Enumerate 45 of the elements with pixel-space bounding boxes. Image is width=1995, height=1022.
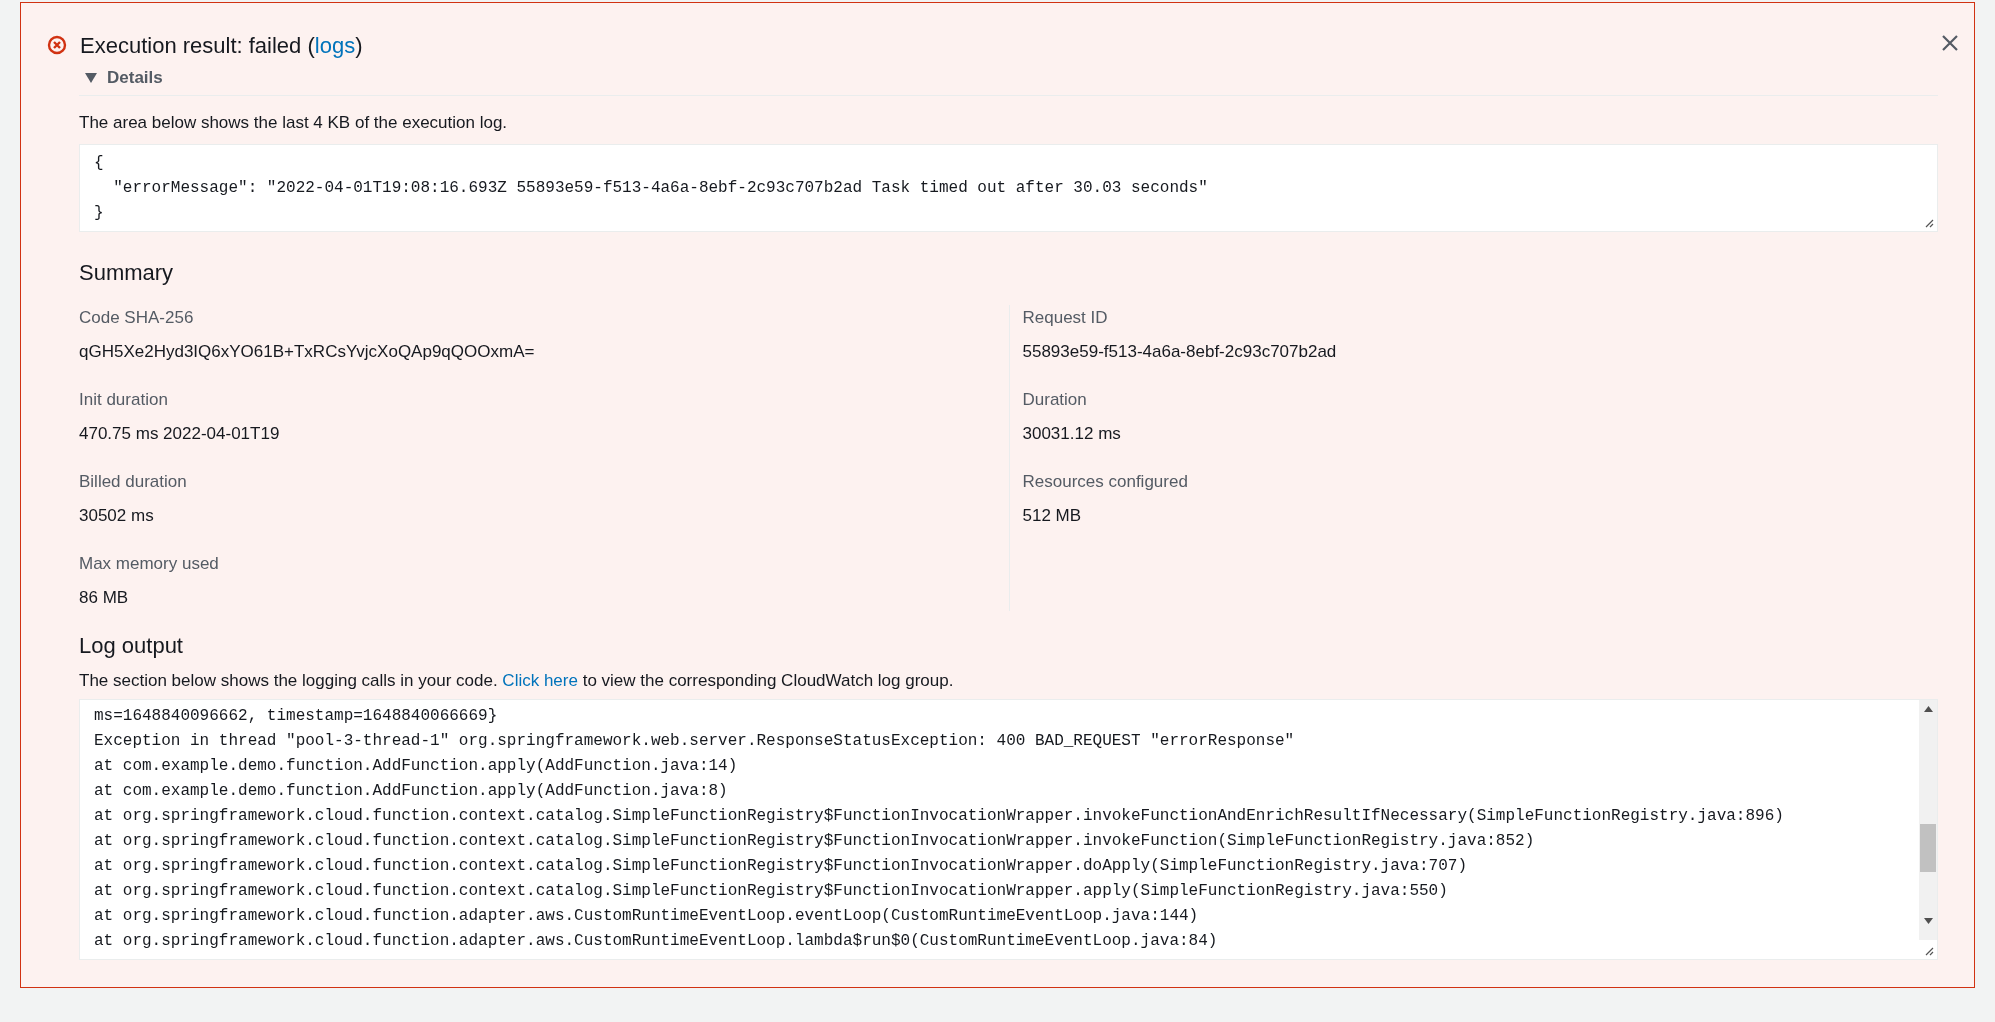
log-line: at org.springframework.cloud.function.context.catalog.SimpleFunctionRegistry$FunctionInvocationWrapper.invokeFunctionAndEnrichResultIfNecessary(SimpleFunctionRegistry.java:896) [94,806,1785,827]
summary-heading: Summary [79,258,175,287]
summary-label: Init duration [79,388,169,411]
log-line: at org.springframework.cloud.function.context.catalog.SimpleFunctionRegistry$FunctionInvocationWrapper.apply(SimpleFunctionRegistry.java:550) [94,881,1449,902]
summary-value: 470.75 ms 2022-04-01T19 [79,423,281,445]
log-line: at org.springframework.cloud.function.adapter.aws.CustomRuntimeEventLoop.lambda$run$0(CustomRuntimeEventLoop.java:84) [94,931,1219,952]
output-line: "errorMessage": "2022-04-01T19:08:16.693Z 55893e59-f513-4a6a-8ebf-2c93c707b2ad Task timed out after 30.03 seconds" [112,177,1209,199]
logs-link[interactable]: logs [314,33,356,58]
details-description: The area below shows the last 4 KB of the execution log. [79,112,509,134]
log-line: at org.springframework.cloud.function.context.catalog.SimpleFunctionRegistry$FunctionInvocationWrapper.doApply(SimpleFunctionRegistry.java:707) [94,856,1469,877]
summary-label: Max memory used [79,552,220,575]
click-here-link[interactable]: Click here [502,670,578,690]
log-output-description: The section below shows the logging calls in your code. Click here to view the corresponding CloudWatch log group. [79,669,955,692]
log-line: at org.springframework.cloud.function.context.catalog.SimpleFunctionRegistry$FunctionInvocationWrapper.invokeFunction(SimpleFunctionRegistry.java:852) [94,831,1536,852]
summary-label: Billed duration [79,470,188,493]
summary-value: 512 MB [1022,505,1083,527]
close-icon [1940,33,1960,53]
summary-label: Code SHA-256 [79,306,195,329]
log-line: ms=1648840096662, timestamp=1648840066669} [94,706,499,727]
resize-grip-icon[interactable] [1924,946,1934,956]
summary-label: Duration [1022,388,1088,411]
scroll-down-icon[interactable] [1923,918,1933,924]
error-circle-icon [47,35,67,55]
log-output-heading: Log output [79,631,184,660]
summary-value: 86 MB [79,587,130,609]
scrollbar-thumb[interactable] [1920,824,1936,872]
summary-label: Request ID [1022,306,1109,329]
log-line: at com.example.demo.function.AddFunction.apply(AddFunction.java:8) [94,781,729,802]
log-line: at org.springframework.cloud.function.adapter.aws.CustomRuntimeEventLoop.eventLoop(CustomRuntimeEventLoop.java:144) [94,906,1200,927]
details-toggle[interactable]: Details [79,61,163,95]
resize-grip-icon[interactable] [1924,217,1934,228]
summary-value: 55893e59-f513-4a6a-8ebf-2c93c707b2ad [1022,341,1338,363]
log-line: at com.example.demo.function.AddFunction.apply(AddFunction.java:14) [94,756,739,777]
output-line: { [94,152,105,174]
scrollbar[interactable] [1919,700,1937,940]
summary-label: Resources configured [1022,470,1189,493]
summary-value: 30031.12 ms [1022,423,1122,445]
output-line: } [94,202,105,224]
caret-icon [85,73,97,83]
close-button[interactable] [1940,33,1960,53]
summary-value: qGH5Xe2Hyd3IQ6xYO61B+TxRCsYvjcXoQAp9qQOOxmA= [79,341,536,363]
result-title: Execution result: failed (logs) [80,32,364,60]
log-line: Exception in thread "pool-3-thread-1" org.springframework.web.server.ResponseStatusException: 400 BAD_REQUEST "errorResponse" [94,731,1296,752]
summary-value: 30502 ms [79,505,155,527]
scroll-up-icon[interactable] [1923,706,1933,712]
